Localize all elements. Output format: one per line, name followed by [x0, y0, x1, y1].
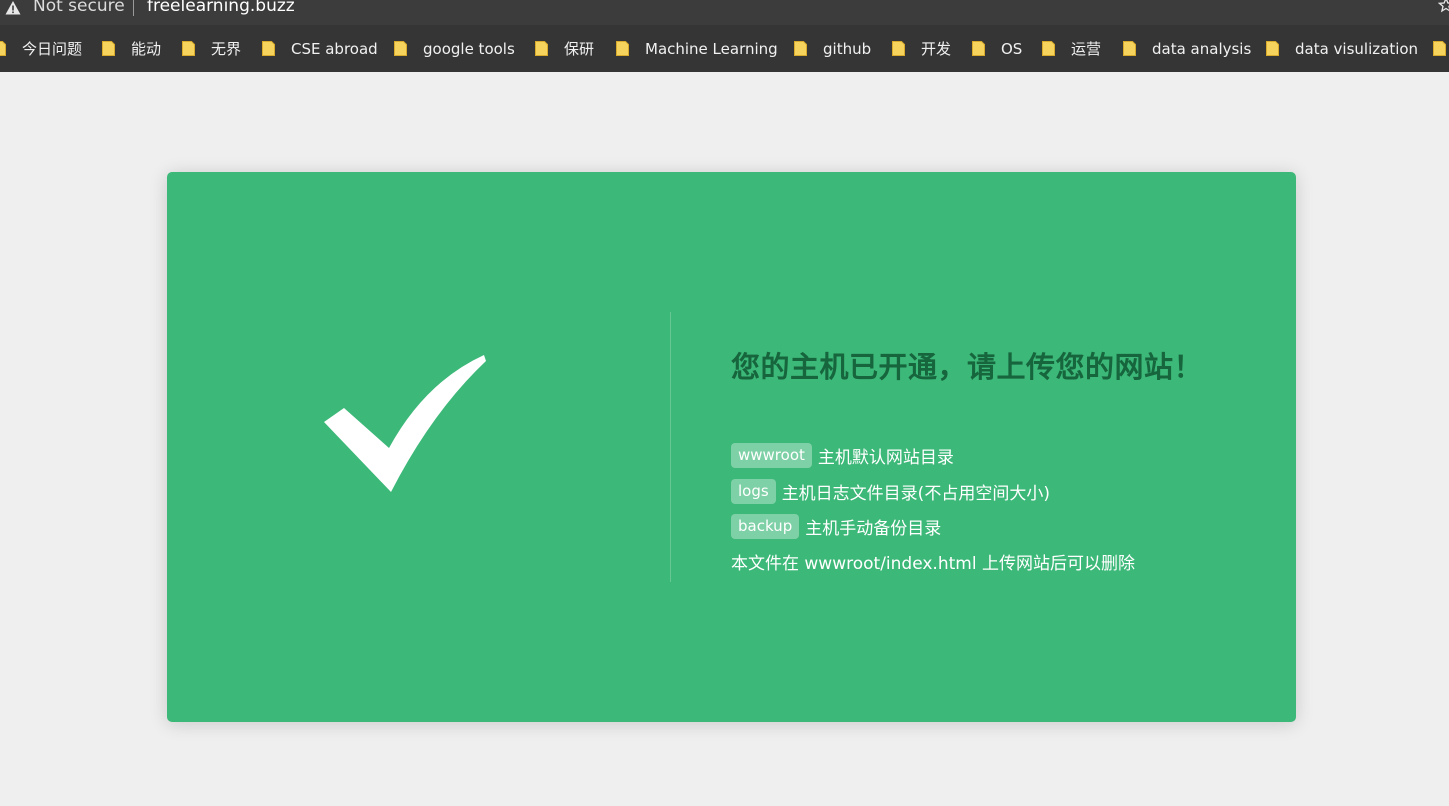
- bookmark-folder[interactable]: 无界: [182, 25, 241, 72]
- bookmark-star-icon[interactable]: [1438, 0, 1449, 13]
- url-field[interactable]: freelearning.buzz: [147, 0, 295, 16]
- bookmark-folder[interactable]: OS: [972, 25, 1022, 72]
- bookmark-label: CSE abroad: [291, 39, 378, 58]
- bookmark-label: data analysis: [1152, 39, 1252, 58]
- bookmark-folder[interactable]: Machine Learning: [616, 25, 778, 72]
- vertical-divider: [670, 312, 671, 582]
- page-title: 您的主机已开通，请上传您的网站！: [731, 350, 1204, 384]
- bookmark-folder[interactable]: 开发: [892, 25, 951, 72]
- bookmarks-bar: 今日问题 能动 无界 CSE abroad google tools 保研 Ma…: [0, 25, 1449, 72]
- directory-tag: logs: [731, 478, 776, 504]
- bookmark-folder[interactable]: 运营: [1042, 25, 1101, 72]
- bookmark-label: 开发: [921, 40, 952, 58]
- directory-description: 主机手动备份目录: [805, 518, 942, 539]
- info-row-backup: backup 主机手动备份目录: [731, 513, 941, 539]
- security-status-label[interactable]: Not secure: [33, 0, 125, 16]
- success-card: 您的主机已开通，请上传您的网站！ wwwroot 主机默认网站目录 logs 主…: [167, 172, 1296, 722]
- folder-icon: [892, 41, 905, 56]
- address-separator: [133, 0, 134, 16]
- bookmark-folder[interactable]: google tools: [394, 25, 515, 72]
- bookmark-label: google tools: [423, 39, 515, 58]
- bookmark-folder[interactable]: CSE abroad: [262, 25, 378, 72]
- bookmark-folder-overflow[interactable]: [1433, 25, 1449, 72]
- folder-icon: [535, 41, 548, 56]
- bookmark-folder[interactable]: data visulization: [1266, 25, 1418, 72]
- bookmark-label: 能动: [131, 40, 162, 58]
- bookmark-label: Machine Learning: [645, 39, 778, 58]
- bookmark-label: OS: [1001, 39, 1023, 58]
- bookmark-folder[interactable]: github: [794, 25, 871, 72]
- folder-icon: [0, 41, 6, 56]
- info-row-wwwroot: wwwroot 主机默认网站目录: [731, 442, 954, 468]
- folder-icon: [972, 41, 985, 56]
- folder-icon: [1266, 41, 1279, 56]
- directory-description: 主机默认网站目录: [817, 447, 954, 468]
- info-row-logs: logs 主机日志文件目录(不占用空间大小): [731, 478, 1050, 504]
- bookmark-folder[interactable]: 保研: [535, 25, 594, 72]
- folder-icon: [794, 41, 807, 56]
- directory-tag: backup: [731, 513, 800, 539]
- bookmark-label: 保研: [564, 40, 595, 58]
- folder-icon: [1433, 41, 1446, 56]
- bookmark-folder[interactable]: 能动: [102, 25, 161, 72]
- bookmark-label: 无界: [211, 40, 242, 58]
- address-bar[interactable]: Not secure freelearning.buzz: [0, 0, 1449, 25]
- bookmark-label: github: [823, 39, 872, 58]
- directory-description: 主机日志文件目录(不占用空间大小): [781, 483, 1050, 504]
- bookmark-folder[interactable]: data analysis: [1123, 25, 1251, 72]
- directory-tag: wwwroot: [731, 442, 812, 468]
- folder-icon: [1123, 41, 1136, 56]
- folder-icon: [1042, 41, 1055, 56]
- checkmark-icon: [324, 355, 486, 492]
- folder-icon: [102, 41, 115, 56]
- warning-icon[interactable]: [5, 0, 21, 16]
- folder-icon: [182, 41, 195, 56]
- bookmark-label: 今日问题: [22, 40, 83, 58]
- folder-icon: [262, 41, 275, 56]
- bookmark-label: data visulization: [1295, 39, 1419, 58]
- folder-icon: [394, 41, 407, 56]
- folder-icon: [616, 41, 629, 56]
- note-text: 本文件在 wwwroot/index.html 上传网站后可以删除: [731, 553, 1135, 574]
- bookmark-label: 运营: [1071, 40, 1102, 58]
- info-note: 本文件在 wwwroot/index.html 上传网站后可以删除: [731, 548, 1135, 574]
- bookmark-folder[interactable]: 今日问题: [0, 25, 82, 72]
